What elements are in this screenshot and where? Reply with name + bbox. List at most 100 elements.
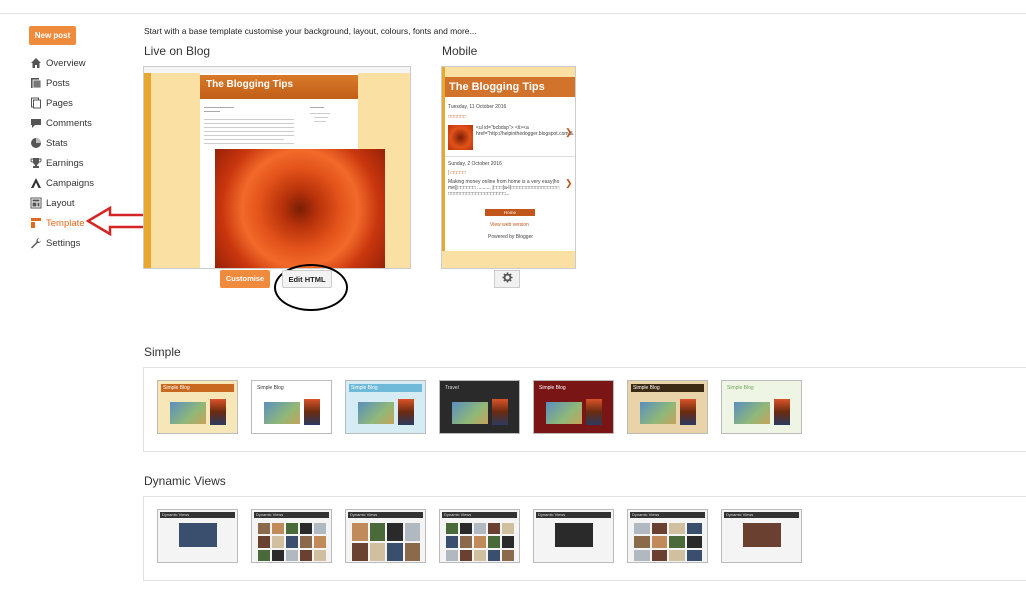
template-thumbnail[interactable]: Simple Blog [157, 380, 238, 434]
wrench-icon [30, 237, 42, 249]
template-thumbnail-title: Dynamic Views [630, 512, 705, 518]
home-icon [30, 57, 42, 69]
layout-icon [30, 197, 42, 209]
mobile-divider [445, 156, 575, 157]
template-thumbnail[interactable]: Travel [439, 380, 520, 434]
template-thumbnail[interactable]: Simple Blog [627, 380, 708, 434]
template-thumbnail-image [358, 402, 394, 424]
preview-text-line [204, 119, 294, 120]
template-thumbnail-title: Simple Blog [161, 384, 234, 392]
template-thumbnail[interactable]: Simple Blog [533, 380, 614, 434]
template-thumbnail-image [640, 402, 676, 424]
dynamic-views-heading: Dynamic Views [144, 474, 226, 488]
template-thumbnail-photo [258, 549, 270, 561]
template-thumbnail-title: Simple Blog [537, 384, 610, 392]
template-thumbnail-sidebar [304, 399, 320, 425]
template-thumbnail-photo [179, 523, 217, 547]
sidebar-item-campaigns[interactable]: Campaigns [30, 173, 94, 193]
mobile-settings-button[interactable] [494, 270, 520, 288]
template-thumbnail-photo [488, 549, 500, 561]
template-thumbnail[interactable]: Dynamic Views [157, 509, 238, 563]
mobile-bottom-band [442, 251, 575, 268]
template-thumbnail[interactable]: Dynamic Views [533, 509, 614, 563]
template-thumbnail-photo [300, 536, 312, 548]
template-thumbnail-photo [488, 523, 500, 535]
mobile-web-version-link[interactable]: View web version [490, 222, 529, 228]
preview-text-line [204, 143, 294, 144]
template-thumbnail[interactable]: Simple Blog [251, 380, 332, 434]
sidebar-item-label: Overview [46, 57, 86, 69]
template-thumbnail-photo [352, 523, 368, 541]
template-thumbnail-photo [474, 536, 486, 548]
preview-text-line [204, 111, 220, 112]
mobile-heading: Mobile [442, 44, 478, 58]
template-thumbnail-photo [446, 549, 458, 561]
comments-icon [30, 117, 42, 129]
sidebar-item-settings[interactable]: Settings [30, 233, 94, 253]
template-thumbnail-sidebar [586, 399, 602, 425]
template-thumbnail[interactable]: Simple Blog [345, 380, 426, 434]
template-thumbnail-photo [474, 549, 486, 561]
template-thumbnail-title: Simple Blog [631, 384, 704, 392]
intro-text: Start with a base template customise you… [144, 26, 477, 36]
template-thumbnail-photo [686, 536, 702, 548]
template-thumbnail[interactable]: Dynamic Views [345, 509, 426, 563]
template-thumbnail-photo [555, 523, 593, 547]
edit-html-button[interactable]: Edit HTML [282, 270, 332, 288]
template-thumbnail-photo [314, 523, 326, 535]
mobile-post2-snippet: Making money online from home is a very … [448, 179, 560, 197]
mobile-top-band [442, 67, 575, 77]
preview-text-line [204, 131, 294, 132]
template-thumbnail-image [546, 402, 582, 424]
template-thumbnail-image [170, 402, 206, 424]
preview-left-bar [144, 67, 151, 268]
preview-text-line [204, 127, 294, 128]
template-thumbnail-image [734, 402, 770, 424]
mobile-post2-date: Sunday, 2 October 2016 [448, 161, 502, 167]
pages-icon [30, 97, 42, 109]
sidebar-item-posts[interactable]: Posts [30, 73, 94, 93]
sidebar-item-layout[interactable]: Layout [30, 193, 94, 213]
sidebar-item-comments[interactable]: Comments [30, 113, 94, 133]
template-thumbnail[interactable]: Dynamic Views [627, 509, 708, 563]
template-thumbnail-title: Simple Blog [725, 384, 798, 392]
template-thumbnail-photo [369, 543, 385, 561]
template-thumbnail[interactable]: Simple Blog [721, 380, 802, 434]
template-thumbnail-photo [314, 536, 326, 548]
live-preview[interactable]: The Blogging Tips [143, 66, 411, 269]
template-thumbnail-sidebar [492, 399, 508, 425]
mobile-side-bar [442, 67, 445, 268]
sidebar-item-label: Template [46, 217, 85, 229]
top-divider [0, 13, 1026, 14]
template-thumbnail-photo [686, 523, 702, 535]
chevron-right-icon[interactable]: ❯ [565, 178, 573, 189]
template-thumbnail-image [452, 402, 488, 424]
template-thumbnail[interactable]: Dynamic Views [251, 509, 332, 563]
new-post-button[interactable]: New post [29, 26, 76, 45]
sidebar-item-pages[interactable]: Pages [30, 93, 94, 113]
template-thumbnail-title: Dynamic Views [348, 512, 423, 518]
stats-icon [30, 137, 42, 149]
mobile-home-button[interactable]: Home [485, 209, 535, 216]
template-thumbnail-photo [272, 523, 284, 535]
sidebar-item-template[interactable]: Template [30, 213, 94, 233]
template-thumbnail[interactable]: Dynamic Views [721, 509, 802, 563]
template-thumbnail-photo [743, 523, 781, 547]
sidebar-item-earnings[interactable]: Earnings [30, 153, 94, 173]
template-thumbnail-sidebar [398, 399, 414, 425]
template-thumbnail-photo [286, 523, 298, 535]
sidebar-item-stats[interactable]: Stats [30, 133, 94, 153]
template-thumbnail-photo [300, 523, 312, 535]
template-thumbnail[interactable]: Dynamic Views [439, 509, 520, 563]
customise-button[interactable]: Customise [220, 270, 270, 288]
template-thumbnail-photo [460, 536, 472, 548]
sidebar-item-overview[interactable]: Overview [30, 53, 94, 73]
mobile-preview[interactable]: The Blogging Tips Tuesday, 11 October 20… [441, 66, 576, 269]
template-thumbnail-photo [686, 549, 702, 561]
template-thumbnail-photo [286, 536, 298, 548]
trophy-icon [30, 157, 42, 169]
preview-text-line [204, 135, 294, 136]
template-thumbnail-photo [502, 549, 514, 561]
chevron-right-icon[interactable]: ❯ [565, 127, 573, 138]
template-thumbnail-title: Travel [443, 384, 516, 392]
